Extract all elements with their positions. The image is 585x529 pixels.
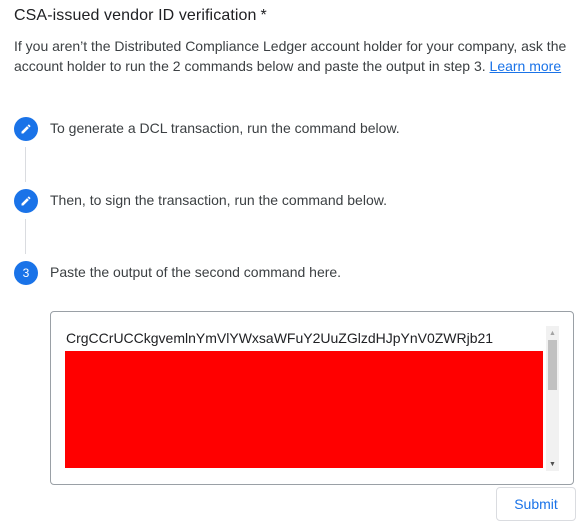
step-3-number-badge: 3 <box>14 261 38 285</box>
command-output-field[interactable]: CrgCCrUCCkgvemlnYmVlYWxsaWFuY2UuZGlzdHJp… <box>50 311 574 485</box>
scrollbar-thumb[interactable] <box>548 340 557 390</box>
description-text: If you aren’t the Distributed Compliance… <box>14 38 567 74</box>
redacted-content <box>65 351 543 468</box>
pencil-icon <box>21 196 31 206</box>
submit-button[interactable]: Submit <box>496 487 576 521</box>
scroll-down-arrow-icon[interactable]: ▼ <box>546 457 559 471</box>
step-connector <box>25 219 26 254</box>
command-output-value[interactable]: CrgCCrUCCkgvemlnYmVlYWxsaWFuY2UuZGlzdHJp… <box>66 326 543 350</box>
step-3-label: Paste the output of the second command h… <box>50 264 342 280</box>
vendor-id-verification-form: CSA-issued vendor ID verification * If yo… <box>0 0 585 529</box>
step-connector <box>25 147 26 182</box>
form-title: CSA-issued vendor ID verification * <box>14 7 267 25</box>
step-2-label: Then, to sign the transaction, run the c… <box>50 192 387 208</box>
step-2-pencil-icon <box>14 189 38 213</box>
step-1-pencil-icon <box>14 117 38 141</box>
pencil-icon <box>21 124 31 134</box>
scroll-up-arrow-icon[interactable]: ▲ <box>546 326 559 340</box>
required-marker: * <box>260 7 267 24</box>
learn-more-link[interactable]: Learn more <box>490 58 562 74</box>
form-title-text: CSA-issued vendor ID verification <box>14 7 257 24</box>
textbox-scrollbar[interactable]: ▲ ▼ <box>546 326 559 471</box>
form-description: If you aren’t the Distributed Compliance… <box>14 36 579 76</box>
step-1-label: To generate a DCL transaction, run the c… <box>50 120 400 136</box>
